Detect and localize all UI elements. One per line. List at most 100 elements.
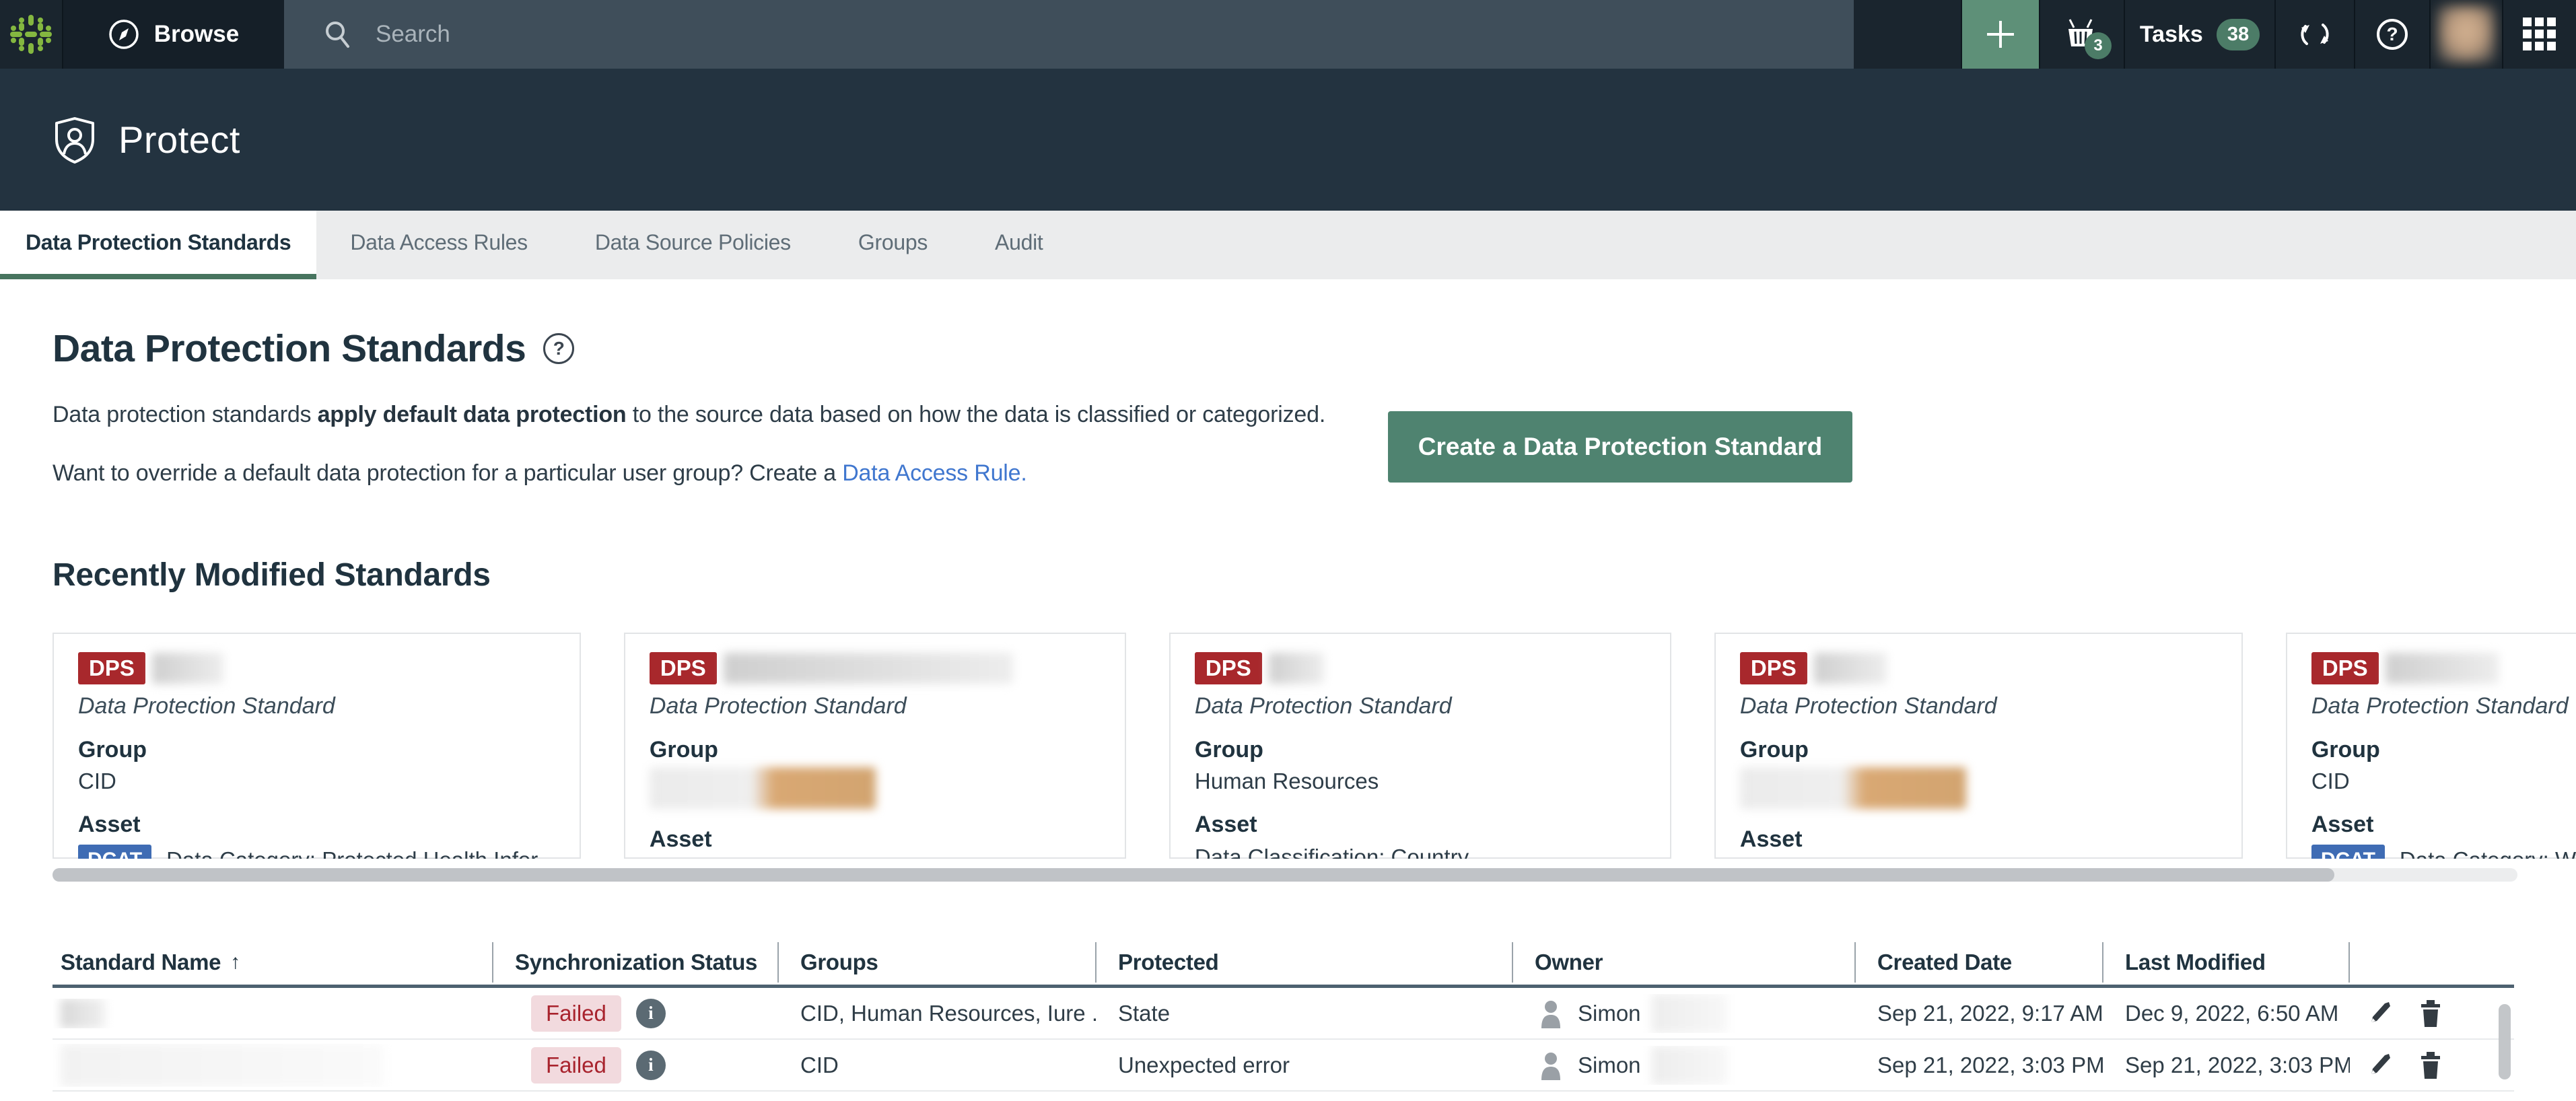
standard-name-cell — [53, 1044, 493, 1087]
group-label: Group — [650, 737, 1101, 763]
asset-label: Asset — [650, 826, 1101, 853]
table-row[interactable]: Failed i CID, Human Resources, Iure ... … — [53, 988, 2514, 1040]
carousel-scrollbar-track[interactable] — [53, 868, 2517, 882]
intro-suffix: to the source data based on how the data… — [627, 402, 1326, 427]
data-access-rule-link[interactable]: Data Access Rule. — [842, 460, 1026, 486]
help-icon: ? — [2375, 17, 2410, 52]
owner-surname-redacted — [1652, 1046, 1727, 1085]
column-header-created-date[interactable]: Created Date — [1856, 942, 2103, 983]
actions-cell — [2350, 1051, 2513, 1080]
group-label: Group — [2311, 737, 2576, 763]
standards-table: Standard Name ↑ Synchronization Status G… — [53, 939, 2514, 1092]
main-content: Data Protection Standards? Data protecti… — [0, 279, 2576, 1092]
tasks-button[interactable]: Tasks 38 — [2124, 0, 2274, 69]
column-header-protected[interactable]: Protected — [1096, 942, 1513, 983]
group-label: Group — [1740, 737, 2217, 763]
tab-groups[interactable]: Groups — [825, 211, 961, 279]
owner-surname-redacted — [1652, 994, 1727, 1033]
page-help-icon[interactable]: ? — [543, 333, 574, 364]
table-row[interactable]: Failed i CID Unexpected error Simon Sep … — [53, 1040, 2514, 1092]
actions-cell — [2350, 999, 2513, 1028]
column-header-owner[interactable]: Owner — [1513, 942, 1856, 983]
standard-name-redacted — [1814, 653, 1887, 684]
browse-label: Browse — [154, 21, 239, 48]
tasks-count-badge: 38 — [2217, 19, 2260, 50]
standard-card[interactable]: DPS Data Protection Standard Group Asset… — [1714, 633, 2243, 859]
delete-icon[interactable] — [2417, 1051, 2444, 1080]
apps-grid-button[interactable] — [2502, 0, 2576, 69]
refresh-icon — [2297, 17, 2332, 52]
collibra-logo-icon — [9, 12, 53, 57]
groups-cell: CID, Human Resources, Iure ... — [779, 1001, 1096, 1026]
carousel-scrollbar-thumb[interactable] — [53, 868, 2334, 882]
owner-avatar-icon — [1535, 1049, 1567, 1081]
column-header-groups[interactable]: Groups — [779, 942, 1096, 983]
standard-name-redacted — [724, 653, 1013, 684]
create-asset-button[interactable] — [1961, 0, 2039, 69]
apps-grid-icon — [2521, 16, 2558, 52]
standard-card[interactable]: DPS Data Protection Standard Group CID A… — [53, 633, 581, 859]
app-logo[interactable] — [0, 0, 62, 69]
owner-avatar-icon — [1535, 997, 1567, 1030]
group-value: CID — [78, 769, 555, 794]
protect-header: Protect — [0, 69, 2576, 211]
user-avatar[interactable] — [2429, 0, 2502, 69]
standard-name-redacted — [1269, 653, 1324, 684]
dps-badge: DPS — [2311, 652, 2379, 684]
standard-card[interactable]: DPS Data Protection Standard Group Asset… — [624, 633, 1126, 859]
column-header-last-modified[interactable]: Last Modified — [2103, 942, 2350, 983]
standard-name-redacted — [152, 653, 223, 684]
tab-audit[interactable]: Audit — [961, 211, 1076, 279]
sort-ascending-icon[interactable]: ↑ — [230, 951, 240, 974]
table-scrollbar-thumb[interactable] — [2499, 1004, 2511, 1079]
protected-cell: Unexpected error — [1096, 1053, 1513, 1078]
asset-label: Asset — [78, 812, 555, 838]
checkout-basket-button[interactable]: 3 — [2039, 0, 2124, 69]
browse-compass-icon — [108, 19, 139, 50]
intro-text: Data protection standards apply default … — [53, 402, 2576, 428]
svg-text:?: ? — [2386, 24, 2398, 44]
nav-spacer — [1854, 0, 1961, 69]
created-date-cell: Sep 21, 2022, 9:17 AM — [1856, 1001, 2103, 1026]
dcat-badge: DCAT — [78, 845, 151, 859]
help-button[interactable]: ? — [2354, 0, 2429, 69]
owner-cell: Simon — [1513, 1046, 1856, 1085]
info-icon[interactable]: i — [636, 1051, 666, 1080]
column-header-sync-status[interactable]: Synchronization Status — [493, 942, 779, 983]
edit-icon[interactable] — [2366, 1051, 2394, 1079]
last-modified-cell: Dec 9, 2022, 6:50 AM — [2103, 1001, 2350, 1026]
dps-badge: DPS — [1195, 652, 1262, 684]
column-label: Standard Name — [61, 950, 221, 975]
global-search[interactable] — [284, 0, 1854, 69]
asset-value: Data Classification: Country — [1195, 845, 1469, 859]
standard-card[interactable]: DPS Data Protection Standard Group CID A… — [2286, 633, 2576, 859]
asset-label: Asset — [2311, 812, 2576, 838]
delete-icon[interactable] — [2417, 999, 2444, 1028]
standard-name-cell — [53, 999, 493, 1028]
sync-status-cell: Failed i — [493, 995, 779, 1032]
group-label: Group — [1195, 737, 1646, 763]
asset-type-label: Data Protection Standard — [2311, 693, 2576, 719]
refresh-button[interactable] — [2274, 0, 2354, 69]
dcat-badge: DCAT — [2311, 845, 2385, 859]
asset-type-label: Data Protection Standard — [650, 693, 1101, 719]
protect-page: Browse 3 Tasks 3 — [0, 0, 2576, 1101]
recently-modified-title: Recently Modified Standards — [53, 557, 2576, 594]
standard-card[interactable]: DPS Data Protection Standard Group Human… — [1169, 633, 1671, 859]
search-input[interactable] — [376, 21, 1655, 48]
last-modified-cell: Sep 21, 2022, 3:03 PM — [2103, 1053, 2350, 1078]
tab-data-source-policies[interactable]: Data Source Policies — [561, 211, 825, 279]
edit-icon[interactable] — [2366, 999, 2394, 1028]
table-header-row: Standard Name ↑ Synchronization Status G… — [53, 939, 2514, 988]
browse-button[interactable]: Browse — [62, 0, 284, 69]
tab-data-access-rules[interactable]: Data Access Rules — [316, 211, 561, 279]
info-icon[interactable]: i — [636, 999, 666, 1028]
tab-data-protection-standards[interactable]: Data Protection Standards — [0, 211, 316, 279]
create-standard-button[interactable]: Create a Data Protection Standard — [1388, 411, 1852, 483]
group-value: CID — [2311, 769, 2576, 794]
top-navigation-bar: Browse 3 Tasks 3 — [0, 0, 2576, 69]
asset-type-label: Data Protection Standard — [1195, 693, 1646, 719]
tab-bar: Data Protection Standards Data Access Ru… — [0, 211, 2576, 279]
column-header-standard-name[interactable]: Standard Name ↑ — [53, 942, 493, 983]
column-header-actions — [2350, 942, 2513, 983]
